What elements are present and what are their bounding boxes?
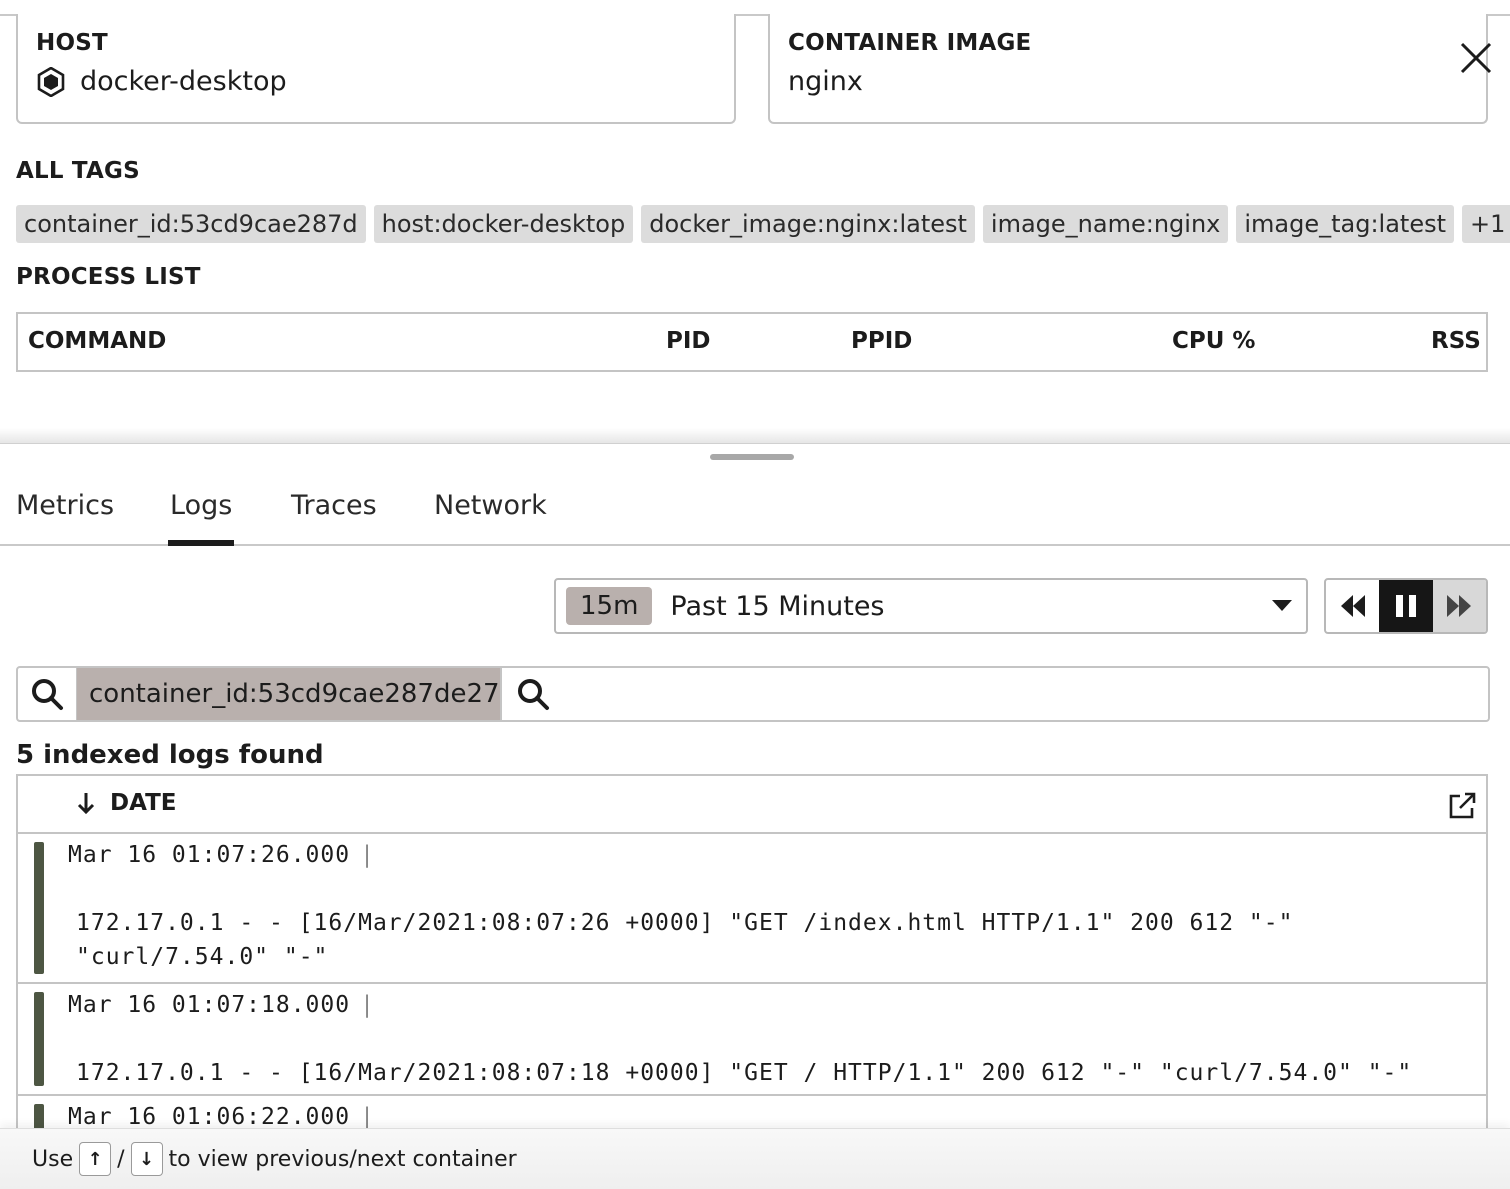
log-date: Mar 16 01:06:22.000 | [68,1104,375,1130]
panel-divider [0,428,1510,444]
all-tags-title: ALL TAGS [16,158,140,184]
tag-chip[interactable]: image_name:nginx [982,205,1229,243]
process-list-title: PROCESS LIST [16,264,201,290]
container-image-value: nginx [788,66,863,97]
arrow-down-icon [77,793,95,815]
hexagon-host-icon [37,66,65,97]
host-value[interactable]: docker-desktop [80,66,287,97]
tags-list: container_id:53cd9cae287d host:docker-de… [16,205,1510,243]
hint-suffix: to view previous/next container [168,1146,517,1172]
search-icon [32,679,63,710]
host-label: HOST [36,30,108,56]
tab-network[interactable]: Network [434,490,547,544]
time-range-label: Past 15 Minutes [670,590,885,622]
log-status-bar [34,842,44,974]
column-cpu[interactable]: CPU % [1172,328,1255,354]
logs-found-count: 5 indexed logs found [16,740,324,770]
playback-controls [1324,578,1488,634]
log-row[interactable]: Mar 16 01:07:18.000 | 172.17.0.1 - - [16/… [18,984,1486,1096]
date-column-header[interactable]: DATE [76,790,177,816]
pause-icon [1395,595,1416,617]
filter-search-button[interactable] [18,668,76,720]
tab-metrics[interactable]: Metrics [16,490,114,544]
host-value-row: docker-desktop [36,66,716,97]
tag-chip[interactable]: container_id:53cd9cae287d [16,205,366,243]
close-icon[interactable] [1456,38,1496,78]
process-table-header: COMMAND PID PPID CPU % RSS M [16,312,1488,372]
hint-prefix: Use [32,1146,74,1172]
tag-chip[interactable]: host:docker-desktop [373,205,634,243]
tab-traces[interactable]: Traces [291,490,377,544]
log-date: Mar 16 01:07:18.000 | [68,992,375,1018]
date-column-label: DATE [110,790,177,816]
pause-button[interactable] [1379,580,1433,632]
column-ppid[interactable]: PPID [851,328,912,354]
tag-chip[interactable]: docker_image:nginx:latest [641,205,975,243]
key-down-icon: ↓ [130,1142,163,1176]
tab-logs[interactable]: Logs [167,490,235,546]
fast-forward-button[interactable] [1432,580,1486,632]
column-rss[interactable]: RSS M [1431,328,1486,354]
log-message: 172.17.0.1 - - [16/Mar/2021:08:07:18 +00… [76,1060,1413,1086]
host-card: HOST docker-desktop [16,14,736,124]
container-image-label: CONTAINER IMAGE [788,30,1032,56]
log-row[interactable]: Mar 16 01:07:26.000 | 172.17.0.1 - - [16/… [18,834,1486,984]
column-command[interactable]: COMMAND [28,328,166,354]
external-link-icon[interactable] [1446,790,1478,822]
rewind-button[interactable] [1326,580,1379,632]
keyboard-hint-bar: Use ↑ / ↓ to view previous/next containe… [0,1128,1510,1189]
key-up-icon: ↑ [79,1142,112,1176]
log-status-bar [34,992,44,1086]
tab-bar: Metrics Logs Traces Network [0,490,1510,546]
container-image-card: CONTAINER IMAGE nginx [768,14,1488,124]
more-tags-chip[interactable]: +1 [1462,205,1510,243]
rewind-icon [1340,595,1365,617]
hint-slash: / [117,1146,125,1172]
resize-handle[interactable] [710,454,794,460]
search-input[interactable] [550,670,1488,718]
log-date: Mar 16 01:07:26.000 | [68,842,375,868]
time-range-chip: 15m [566,587,653,625]
log-message: 172.17.0.1 - - [16/Mar/2021:08:07:26 +00… [76,910,1294,970]
search-icon [518,679,549,710]
logs-table-header: DATE [18,776,1486,834]
container-filter-chip[interactable]: container_id:53cd9cae287de27... [76,668,500,720]
fast-forward-icon [1447,595,1472,617]
time-range-select[interactable]: 15m Past 15 Minutes [554,578,1308,634]
logs-table: DATE Mar 16 01:07:26.000 | 172.17.0.1 - -… [16,774,1488,1189]
search-input-wrap [500,668,1488,720]
tag-chip[interactable]: image_tag:latest [1236,205,1455,243]
column-pid[interactable]: PID [666,328,711,354]
chevron-down-icon [1272,600,1292,611]
log-search-bar: container_id:53cd9cae287de27... [16,666,1490,722]
